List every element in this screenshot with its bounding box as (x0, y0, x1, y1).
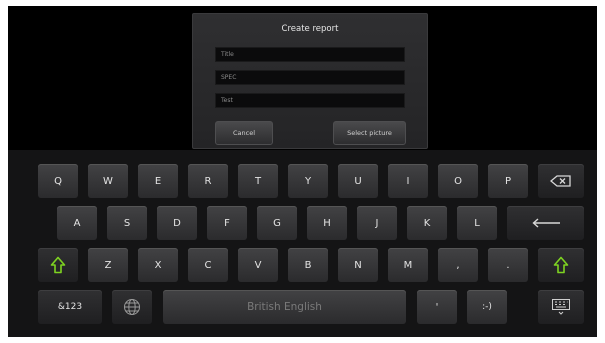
key-s[interactable]: S (107, 206, 147, 240)
symbols-key[interactable]: &123 (38, 290, 102, 324)
key-o[interactable]: O (438, 164, 478, 198)
select-picture-button[interactable]: Select picture (333, 121, 406, 145)
backspace-key[interactable] (538, 164, 584, 198)
shift-key-right[interactable] (538, 248, 584, 282)
key-y[interactable]: Y (288, 164, 328, 198)
enter-key[interactable] (507, 206, 584, 240)
key-h[interactable]: H (307, 206, 347, 240)
key-k[interactable]: K (407, 206, 447, 240)
shift-arrow-icon (553, 256, 569, 274)
key-n[interactable]: N (338, 248, 378, 282)
smiley-key[interactable]: :-) (467, 290, 507, 324)
key-x[interactable]: X (138, 248, 178, 282)
apostrophe-key[interactable]: ' (417, 290, 457, 324)
title-field[interactable]: Title (215, 47, 405, 62)
space-key[interactable]: British English (163, 290, 406, 324)
key-b[interactable]: B (288, 248, 328, 282)
enter-icon (531, 218, 561, 228)
create-report-dialog: Create report Title SPEC Test Cancel Sel… (192, 13, 428, 149)
key-c[interactable]: C (188, 248, 228, 282)
spec-field[interactable]: SPEC (215, 70, 405, 85)
shift-arrow-icon (50, 256, 66, 274)
cancel-button[interactable]: Cancel (215, 121, 273, 145)
key-f[interactable]: F (207, 206, 247, 240)
key-e[interactable]: E (138, 164, 178, 198)
key-p[interactable]: P (488, 164, 528, 198)
key-comma[interactable]: , (438, 248, 478, 282)
key-a[interactable]: A (57, 206, 97, 240)
language-key[interactable] (112, 290, 152, 324)
backspace-icon (550, 175, 572, 187)
key-w[interactable]: W (88, 164, 128, 198)
key-t[interactable]: T (238, 164, 278, 198)
hide-keyboard-key[interactable] (538, 290, 584, 324)
key-u[interactable]: U (338, 164, 378, 198)
key-g[interactable]: G (257, 206, 297, 240)
virtual-keyboard: Q W E R T Y U I O P A S D F G H J K L Z … (8, 150, 597, 337)
key-j[interactable]: J (357, 206, 397, 240)
key-l[interactable]: L (457, 206, 497, 240)
key-m[interactable]: M (388, 248, 428, 282)
globe-icon (123, 298, 141, 316)
key-v[interactable]: V (238, 248, 278, 282)
key-r[interactable]: R (188, 164, 228, 198)
key-q[interactable]: Q (38, 164, 78, 198)
key-i[interactable]: I (388, 164, 428, 198)
test-field[interactable]: Test (215, 93, 405, 108)
key-z[interactable]: Z (88, 248, 128, 282)
key-d[interactable]: D (157, 206, 197, 240)
shift-key-left[interactable] (38, 248, 78, 282)
dialog-title: Create report (281, 24, 339, 34)
hide-keyboard-icon (551, 298, 571, 316)
key-period[interactable]: . (488, 248, 528, 282)
